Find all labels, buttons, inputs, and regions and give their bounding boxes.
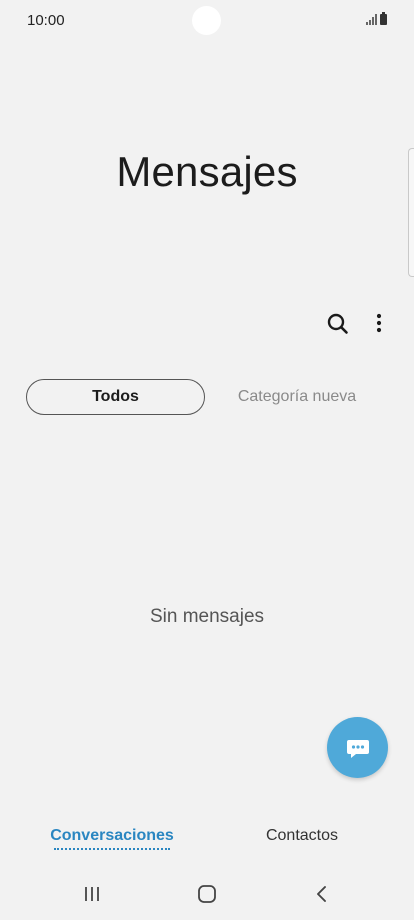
more-vert-icon (376, 313, 382, 333)
signal-icon (366, 13, 377, 25)
tab-todos[interactable]: Todos (26, 379, 205, 415)
page-title: Mensajes (116, 148, 298, 195)
compose-message-icon (346, 739, 369, 758)
home-icon (198, 885, 216, 903)
search-icon (327, 313, 348, 334)
recents-button[interactable] (82, 884, 102, 904)
tab-categoria-nueva[interactable]: Categoría nueva (226, 379, 368, 415)
compose-button[interactable] (327, 717, 388, 778)
search-button[interactable] (324, 310, 352, 338)
tab-contactos[interactable]: Contactos (232, 827, 372, 845)
empty-state-text: Sin mensajes (149, 606, 265, 627)
recents-icon (85, 887, 99, 901)
home-button[interactable] (196, 883, 218, 905)
back-icon (317, 886, 326, 902)
status-icons (366, 12, 387, 25)
selected-tab-indicator (54, 848, 170, 850)
back-button[interactable] (312, 884, 332, 904)
camera-cutout (192, 6, 221, 35)
tab-conversaciones-label: Conversaciones (50, 827, 174, 844)
status-time: 10:00 (27, 12, 65, 29)
tab-conversaciones[interactable]: Conversaciones (40, 827, 184, 850)
more-options-button[interactable] (367, 310, 391, 338)
battery-icon (380, 12, 387, 25)
